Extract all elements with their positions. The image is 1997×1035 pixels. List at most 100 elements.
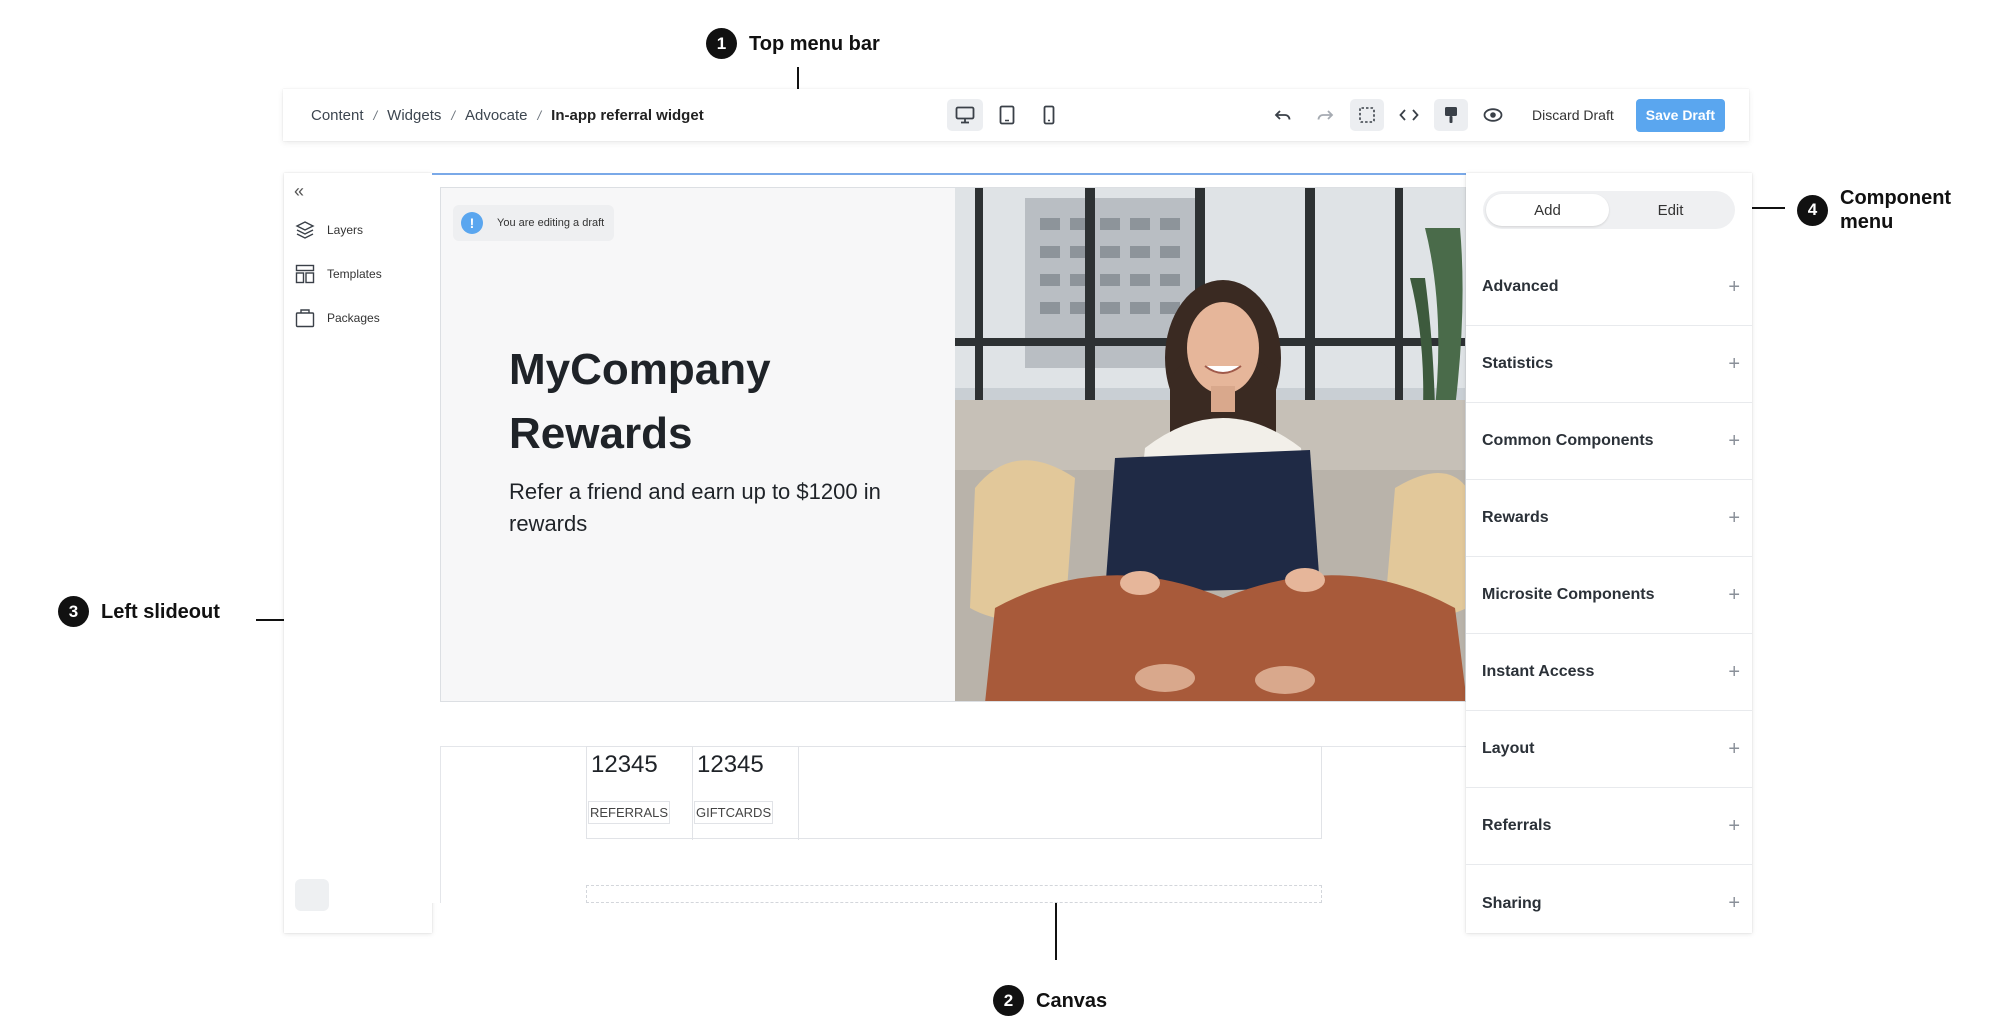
category-label: Statistics — [1482, 355, 1554, 372]
paint-roller-icon — [1445, 107, 1458, 123]
packages-icon — [295, 309, 315, 328]
draft-notice: ! You are editing a draft — [453, 205, 615, 241]
hero-photo[interactable] — [955, 188, 1466, 702]
category-label: Advanced — [1482, 278, 1559, 295]
code-icon — [1399, 109, 1419, 121]
callout-number: 3 — [58, 596, 89, 627]
category-layout[interactable]: Layout + — [1466, 711, 1752, 788]
category-label: Common Components — [1482, 432, 1654, 449]
collapse-panel-button[interactable]: « — [294, 181, 304, 202]
desktop-view-button[interactable] — [947, 99, 983, 131]
sidebar-item-label: Templates — [327, 267, 382, 281]
category-statistics[interactable]: Statistics + — [1466, 326, 1752, 403]
sidebar-item-packages[interactable]: Packages — [295, 308, 380, 328]
tablet-view-button[interactable] — [989, 99, 1025, 131]
add-edit-toggle: Add Edit — [1483, 191, 1735, 229]
callout-number: 2 — [993, 985, 1024, 1016]
category-rewards[interactable]: Rewards + — [1466, 480, 1752, 557]
stat-giftcards[interactable]: 12345 GIFTCARDS — [693, 747, 799, 840]
dashed-select-icon — [1359, 107, 1375, 123]
stat-label: REFERRALS — [588, 801, 671, 824]
plus-icon[interactable]: + — [1728, 353, 1740, 376]
draft-notice-text: You are editing a draft — [497, 217, 605, 229]
stat-label: GIFTCARDS — [694, 801, 774, 824]
category-label: Instant Access — [1482, 663, 1595, 680]
sidebar-item-layers[interactable]: Layers — [295, 220, 363, 240]
callout-label: Left slideout — [101, 600, 220, 623]
category-label: Rewards — [1482, 509, 1549, 526]
canvas-selection-line — [432, 173, 1466, 175]
toolbar-actions: Discard Draft Save Draft — [1266, 98, 1725, 132]
category-label: Sharing — [1482, 894, 1542, 912]
breadcrumb-current: In-app referral widget — [551, 106, 704, 124]
tablet-icon — [999, 105, 1015, 125]
category-instant-access[interactable]: Instant Access + — [1466, 634, 1752, 711]
paint-style-button[interactable] — [1434, 99, 1469, 131]
desktop-icon — [955, 106, 975, 124]
select-outline-button[interactable] — [1350, 99, 1385, 131]
category-common-components[interactable]: Common Components + — [1466, 403, 1752, 480]
templates-icon — [295, 264, 315, 284]
mobile-view-button[interactable] — [1031, 99, 1067, 131]
callout-canvas: 2 Canvas — [993, 985, 1107, 1016]
stat-referrals[interactable]: 12345 REFERRALS — [587, 747, 693, 840]
category-label: Microsite Components — [1482, 586, 1655, 603]
sidebar-item-label: Layers — [327, 223, 364, 237]
preview-button[interactable] — [1476, 99, 1510, 131]
callout-label: Top menu bar — [749, 32, 880, 55]
top-menu-bar: Content / Widgets / Advocate / In-app re… — [283, 89, 1749, 141]
callout-top-menu-bar: 1 Top menu bar — [706, 28, 880, 59]
layers-icon — [295, 221, 315, 239]
callout-label: Component menu — [1840, 187, 1952, 233]
plus-icon[interactable]: + — [1728, 892, 1740, 915]
redo-icon — [1317, 110, 1334, 120]
callout-component-menu: 4 Component menu — [1797, 186, 1970, 234]
sidebar-item-templates[interactable]: Templates — [295, 264, 382, 284]
save-draft-button[interactable]: Save Draft — [1635, 98, 1725, 132]
plus-icon[interactable]: + — [1728, 276, 1740, 299]
breadcrumb: Content / Widgets / Advocate / In-app re… — [311, 89, 704, 141]
undo-icon — [1274, 110, 1291, 120]
eye-icon — [1483, 108, 1503, 122]
breadcrumb-separator: / — [537, 107, 542, 123]
component-category-list: Advanced + Statistics + Common Components +… — [1466, 249, 1752, 942]
callout-number: 1 — [706, 28, 737, 59]
category-advanced[interactable]: Advanced + — [1466, 249, 1752, 326]
stats-widget[interactable]: 12345 REFERRALS 12345 GIFTCARDS — [586, 746, 1322, 840]
empty-drop-zone[interactable] — [586, 885, 1322, 903]
callout-label: Canvas — [1036, 989, 1108, 1012]
device-switcher — [947, 99, 1067, 131]
stat-value: 12345 — [697, 751, 764, 778]
breadcrumb-item[interactable]: Content — [311, 107, 364, 124]
undo-button[interactable] — [1266, 99, 1300, 131]
plus-icon[interactable]: + — [1728, 584, 1740, 607]
plus-icon[interactable]: + — [1728, 430, 1740, 453]
category-microsite-components[interactable]: Microsite Components + — [1466, 557, 1752, 634]
hero-title[interactable]: MyCompany Rewards — [509, 338, 929, 466]
plus-icon[interactable]: + — [1728, 661, 1740, 684]
breadcrumb-separator: / — [451, 107, 455, 123]
discard-draft-button[interactable]: Discard Draft — [1518, 107, 1628, 123]
hero-section[interactable]: ! You are editing a draft MyCompany Rewa… — [440, 187, 1466, 702]
component-menu: Add Edit Advanced + Statistics + Common Co… — [1466, 173, 1752, 933]
breadcrumb-item[interactable]: Advocate — [465, 107, 528, 124]
alert-icon: ! — [461, 212, 483, 234]
help-button[interactable] — [295, 879, 329, 911]
canvas[interactable]: ! You are editing a draft MyCompany Rewa… — [432, 173, 1466, 903]
tab-edit[interactable]: Edit — [1609, 194, 1732, 226]
breadcrumb-item[interactable]: Widgets — [387, 107, 441, 124]
plus-icon[interactable]: + — [1728, 815, 1740, 838]
tab-add[interactable]: Add — [1486, 194, 1609, 226]
category-label: Layout — [1482, 740, 1535, 757]
mobile-icon — [1043, 105, 1055, 125]
plus-icon[interactable]: + — [1728, 738, 1740, 761]
sidebar-item-label: Packages — [327, 311, 380, 325]
hero-subtitle[interactable]: Refer a friend and earn up to $1200 in r… — [509, 476, 899, 540]
redo-button[interactable] — [1308, 99, 1342, 131]
category-referrals[interactable]: Referrals + — [1466, 788, 1752, 865]
category-sharing[interactable]: Sharing + — [1466, 865, 1752, 942]
left-slideout: « Layers Templates Packages — [284, 173, 432, 933]
plus-icon[interactable]: + — [1728, 507, 1740, 530]
code-view-button[interactable] — [1392, 99, 1426, 131]
callout-number: 4 — [1797, 194, 1828, 226]
